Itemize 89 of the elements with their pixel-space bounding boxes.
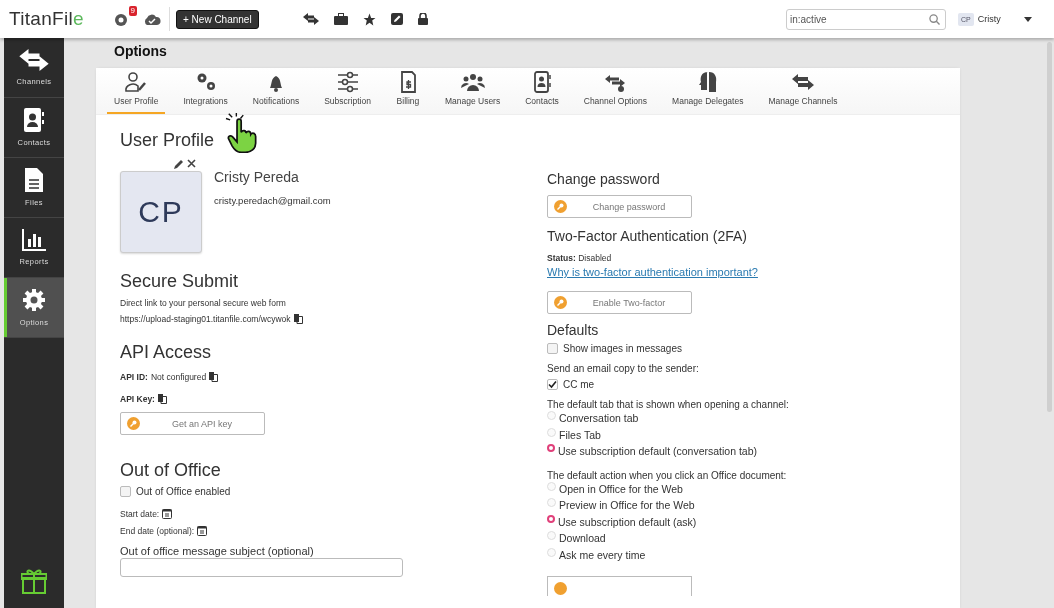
calendar-icon[interactable] <box>197 525 208 536</box>
radio-button[interactable] <box>547 444 555 452</box>
options-tab[interactable]: Manage Delegates <box>665 71 751 114</box>
checkbox-label: CC me <box>563 379 595 390</box>
caret-icon[interactable] <box>1024 16 1032 22</box>
search-field[interactable]: in:active <box>786 8 946 30</box>
radio-label: Use subscription default (ask) <box>558 514 697 530</box>
section-heading: Out of Office <box>120 459 221 481</box>
option-label: The default tab that is shown when opening a channel: <box>547 399 789 410</box>
key-icon <box>554 582 567 595</box>
options-tab[interactable]: Billing <box>388 71 427 114</box>
options-tab[interactable]: Subscription <box>317 71 378 114</box>
options-tab[interactable]: Manage Users <box>437 71 508 114</box>
field-label: Start date: <box>120 508 160 519</box>
field-label: API ID: <box>120 372 148 382</box>
pencil-icon[interactable] <box>174 159 184 169</box>
secure-link-url: https://upload-staging01.titanfile.com/wcywok <box>120 314 291 324</box>
settings-icon <box>22 288 46 312</box>
copy-icon[interactable] <box>293 314 303 324</box>
options-tab[interactable]: Manage Channels <box>761 71 845 114</box>
arrows-icon <box>790 71 815 93</box>
enable-two-factor-button[interactable]: Enable Two-factor <box>547 291 692 314</box>
star-icon[interactable] <box>362 12 376 26</box>
user-pencil-icon <box>124 71 149 93</box>
file-icon <box>25 168 43 192</box>
logo: TitanFile <box>9 8 85 30</box>
options-tab[interactable]: Channel Options <box>576 71 655 114</box>
cloud-icon[interactable] <box>143 12 161 26</box>
description-text: Direct link to your personal secure web form <box>120 298 286 308</box>
checkbox[interactable] <box>120 486 131 497</box>
section-heading: Change password <box>547 171 660 187</box>
notification-badge: 9 <box>128 6 137 16</box>
copy-icon[interactable] <box>209 372 219 382</box>
section-heading: Secure Submit <box>120 270 239 292</box>
checkbox-label: Show images in messages <box>563 343 682 354</box>
radio-label: Open in Office for the Web <box>559 481 683 497</box>
bar-chart-icon <box>22 229 46 251</box>
option-label: The default action when you click an Office document: <box>547 469 787 481</box>
key-icon <box>554 200 567 213</box>
subject-input[interactable] <box>120 558 403 577</box>
options-tab[interactable]: Integrations <box>176 71 235 114</box>
users-icon <box>460 71 485 93</box>
field-value: Not configured <box>150 372 207 382</box>
page-title: Options <box>114 43 168 61</box>
radio-label: Conversation tab <box>559 411 639 426</box>
briefcase-icon[interactable] <box>333 13 348 25</box>
checkbox[interactable] <box>547 379 558 390</box>
section-heading: Defaults <box>547 322 599 338</box>
option-label: Send an email copy to the sender: <box>547 363 699 374</box>
field-label: Out of office message subject (optional) <box>120 545 314 557</box>
key-icon <box>554 296 567 309</box>
two-factor-info-link[interactable]: Why is two-factor authentication important? <box>547 266 758 278</box>
lock-icon[interactable] <box>417 13 428 25</box>
status-text: Status: Disabled <box>547 253 612 263</box>
get-api-key-button[interactable]: Get an API key <box>120 412 265 435</box>
close-icon[interactable] <box>187 159 196 168</box>
field-label: API Key: <box>120 394 155 404</box>
options-tab[interactable]: User Profile <box>107 71 166 114</box>
gift-icon[interactable] <box>21 568 47 594</box>
calendar-icon[interactable] <box>162 508 173 519</box>
radio-button[interactable] <box>547 514 555 523</box>
arrows-icon[interactable] <box>302 13 319 25</box>
radio-label: Use subscription default (conversation tab) <box>558 444 758 459</box>
profile-avatar: CP <box>120 171 202 253</box>
radio-label: Preview in Office for the Web <box>559 498 695 513</box>
profile-name: Cristy Pereda <box>214 169 300 185</box>
contact-card-icon <box>24 108 44 132</box>
checkbox[interactable] <box>547 343 558 354</box>
options-tab[interactable]: Notifications <box>245 71 307 114</box>
radio-label: Download <box>559 531 606 546</box>
field-label: End date (optional): <box>120 525 195 536</box>
new-channel-button[interactable]: + New Channel <box>176 9 259 29</box>
scrollbar-thumb[interactable] <box>1046 42 1052 412</box>
section-heading: User Profile <box>120 129 215 151</box>
copy-icon[interactable] <box>157 394 167 404</box>
sliders-icon <box>335 71 360 93</box>
options-tab[interactable]: Contacts <box>518 71 566 114</box>
change-password-button[interactable]: Change password <box>547 195 692 218</box>
user-name[interactable]: Cristy <box>977 14 1024 24</box>
section-heading: API Access <box>120 341 212 363</box>
search-icon[interactable] <box>929 13 940 25</box>
arrows-icon <box>19 49 49 71</box>
radio-label: Files Tab <box>559 427 601 443</box>
profile-email: cristy.peredach@gmail.com <box>214 195 331 206</box>
radio-label: Ask me every time <box>559 547 646 563</box>
edit-icon[interactable] <box>390 13 403 25</box>
checkbox-label: Out of Office enabled <box>136 486 231 497</box>
key-icon <box>127 417 140 430</box>
section-heading: Two-Factor Authentication (2FA) <box>547 228 747 244</box>
